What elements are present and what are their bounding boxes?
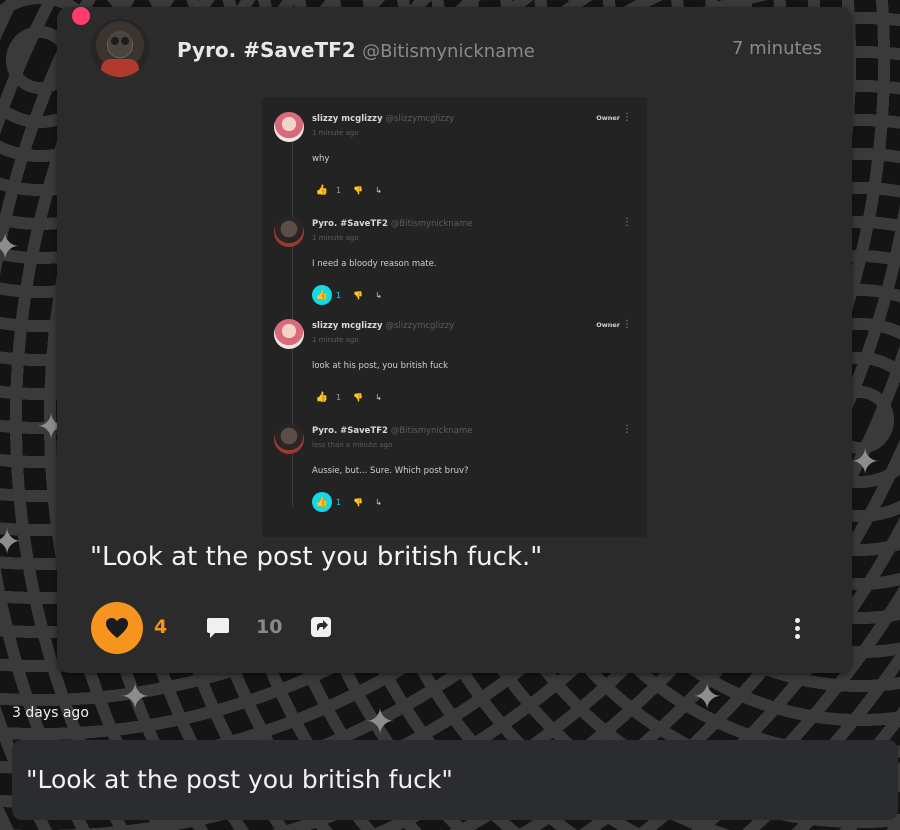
thumbs-down-icon: 👎 bbox=[353, 185, 364, 195]
comment-count: 10 bbox=[256, 616, 283, 638]
author-name[interactable]: Pyro. #SaveTF2 bbox=[177, 38, 356, 62]
unread-indicator bbox=[72, 7, 90, 25]
comment: slizzy mcglizzy @slizzymcglizzy 1 minute… bbox=[274, 319, 634, 415]
comment-text: I need a bloody reason mate. bbox=[312, 259, 437, 269]
reply-icon: ↳ bbox=[375, 185, 382, 195]
post-image[interactable]: slizzy mcglizzy @slizzymcglizzy 1 minute… bbox=[262, 97, 647, 537]
thumbs-up-icon: 👍 bbox=[312, 285, 332, 305]
commenter-handle: @Bitismynickname bbox=[390, 219, 473, 229]
description-text: "Look at the post you british fuck" bbox=[26, 765, 453, 794]
comment-text: why bbox=[312, 154, 330, 164]
commenter-name: slizzy mcglizzy bbox=[312, 321, 383, 331]
author-handle: @Bitismynickname bbox=[362, 41, 535, 62]
comment-actions: 👍 1 👎 ↳ bbox=[312, 387, 382, 407]
comment-time: 1 minute ago bbox=[312, 336, 359, 344]
commenter-avatar bbox=[274, 319, 304, 349]
like-count: 4 bbox=[154, 616, 168, 638]
reply-icon: ↳ bbox=[375, 392, 382, 402]
commenter-handle: @slizzymcglizzy bbox=[385, 114, 455, 124]
more-vertical-icon[interactable] bbox=[788, 613, 806, 643]
comment-like-count: 1 bbox=[336, 392, 342, 402]
post-card[interactable]: Pyro. #SaveTF2 @Bitismynickname 7 minute… bbox=[57, 7, 852, 673]
commenter-name: Pyro. #SaveTF2 bbox=[312, 426, 388, 436]
sparkle-decoration: ✦ bbox=[120, 677, 151, 718]
post-author[interactable]: Pyro. #SaveTF2 @Bitismynickname bbox=[177, 38, 535, 62]
sparkle-decoration: ✦ bbox=[0, 227, 21, 268]
comment-time: 1 minute ago bbox=[312, 234, 359, 242]
more-vertical-icon: ⋮ bbox=[622, 424, 632, 435]
thumbs-up-icon: 👍 bbox=[315, 391, 329, 403]
author-avatar[interactable] bbox=[91, 19, 149, 77]
speech-bubble-icon bbox=[207, 618, 229, 638]
comment-actions: 👍 1 👎 ↳ bbox=[312, 285, 382, 305]
comment-like-count: 1 bbox=[336, 497, 342, 507]
commenter-avatar bbox=[274, 112, 304, 142]
post-caption: "Look at the post you british fuck." bbox=[90, 542, 543, 572]
comment-time: 1 minute ago bbox=[312, 129, 359, 137]
more-vertical-icon: ⋮ bbox=[622, 112, 632, 123]
commenter-name: slizzy mcglizzy bbox=[312, 114, 383, 124]
comment-button[interactable] bbox=[204, 614, 232, 642]
comment-time: less than a minute ago bbox=[312, 441, 393, 449]
owner-badge: Owner bbox=[596, 114, 620, 122]
thumbs-down-icon: 👎 bbox=[353, 290, 364, 300]
sparkle-decoration: ✦ bbox=[850, 442, 881, 483]
share-button[interactable] bbox=[307, 613, 335, 641]
more-vertical-icon: ⋮ bbox=[622, 319, 632, 330]
comment: Pyro. #SaveTF2 @Bitismynickname less tha… bbox=[274, 424, 634, 520]
thumbs-down-icon: 👎 bbox=[353, 392, 364, 402]
like-button[interactable] bbox=[91, 602, 143, 654]
commenter-handle: @slizzymcglizzy bbox=[385, 321, 455, 331]
share-icon bbox=[311, 617, 331, 637]
comment-text: look at his post, you british fuck bbox=[312, 361, 449, 371]
heart-icon bbox=[106, 618, 128, 638]
post-time: 7 minutes bbox=[731, 38, 822, 59]
commenter-avatar bbox=[274, 217, 304, 247]
reply-icon: ↳ bbox=[375, 497, 382, 507]
comment-actions: 👍 1 👎 ↳ bbox=[312, 492, 382, 512]
sparkle-decoration: ✦ bbox=[0, 522, 23, 563]
more-vertical-icon: ⋮ bbox=[622, 217, 632, 228]
comment-like-count: 1 bbox=[336, 185, 342, 195]
thumbs-down-icon: 👎 bbox=[353, 497, 364, 507]
commenter-name: Pyro. #SaveTF2 bbox=[312, 219, 388, 229]
commenter-handle: @Bitismynickname bbox=[390, 426, 473, 436]
timestamp: 3 days ago bbox=[12, 705, 89, 721]
sparkle-decoration: ✦ bbox=[365, 702, 396, 743]
thumbs-up-icon: 👍 bbox=[315, 184, 329, 196]
reply-icon: ↳ bbox=[375, 290, 382, 300]
comment-like-count: 1 bbox=[336, 290, 342, 300]
sparkle-decoration: ✦ bbox=[692, 677, 723, 718]
comment: slizzy mcglizzy @slizzymcglizzy 1 minute… bbox=[274, 112, 634, 208]
comment-actions: 👍 1 👎 ↳ bbox=[312, 180, 382, 200]
owner-badge: Owner bbox=[596, 321, 620, 329]
description-box: "Look at the post you british fuck" bbox=[12, 740, 898, 820]
comment-text: Aussie, but... Sure. Which post bruv? bbox=[312, 466, 469, 476]
commenter-avatar bbox=[274, 424, 304, 454]
thumbs-up-icon: 👍 bbox=[312, 492, 332, 512]
comment: Pyro. #SaveTF2 @Bitismynickname 1 minute… bbox=[274, 217, 634, 313]
